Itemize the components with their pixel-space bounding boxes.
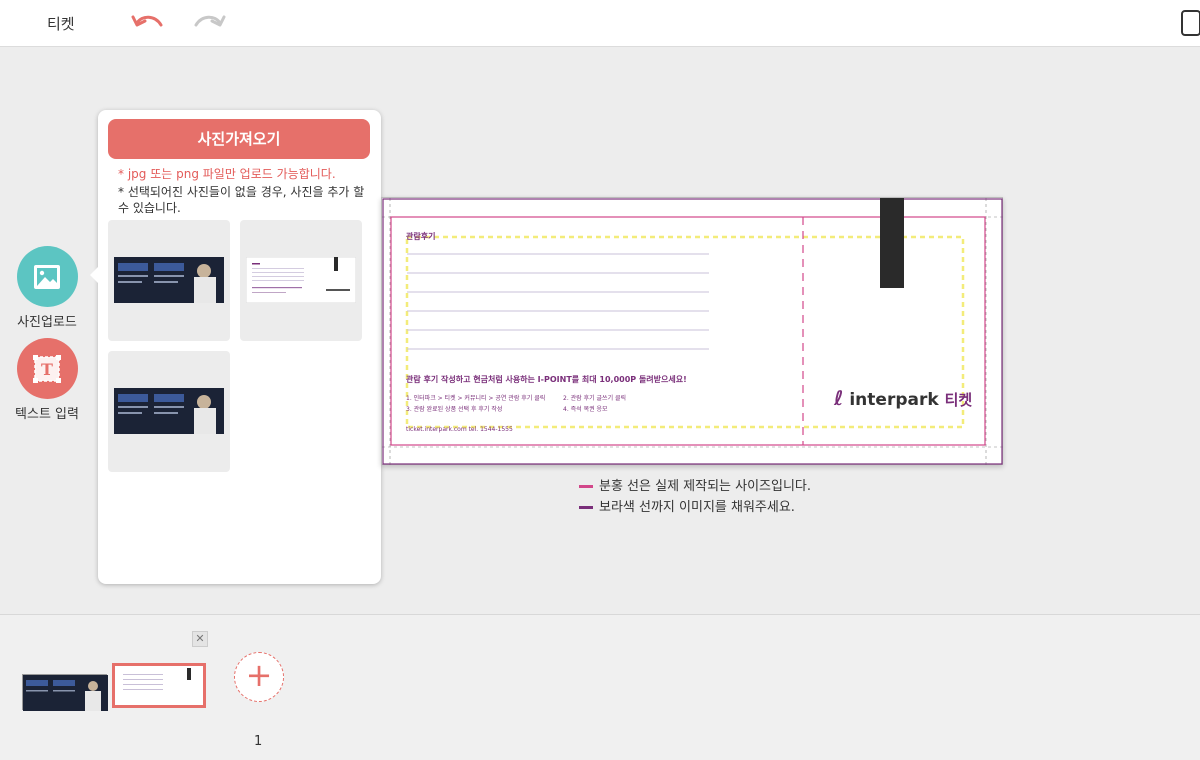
page-strip: ✕ + 1 — [0, 614, 1200, 760]
redo-button[interactable] — [192, 11, 226, 35]
mini-stub-bar — [187, 668, 191, 680]
text-input-label: 텍스트 입력 — [15, 407, 79, 422]
review-step: 4. 즉석 복권 응모 — [563, 406, 608, 413]
popup-arrow — [90, 266, 99, 284]
undo-icon — [131, 15, 163, 27]
import-photos-button[interactable]: 사진가져오기 — [108, 119, 370, 159]
photo-picker-popup: 사진가져오기 * jpg 또는 png 파일만 업로드 가능합니다. * 선택되… — [90, 110, 381, 584]
image-icon — [34, 264, 60, 289]
mini-line — [123, 674, 163, 675]
mini-line — [123, 684, 163, 685]
ipoint-promo-text: 관람 후기 작성하고 현금처럼 사용하는 I-POINT를 최대 10,000P… — [406, 375, 687, 384]
legend-pink-text: 분홍 선은 실제 제작되는 사이즈입니다. — [599, 479, 812, 494]
concert-ticket-image — [114, 388, 224, 434]
page-thumbnail-front[interactable] — [22, 674, 108, 711]
concert-ticket-image — [114, 257, 224, 303]
legend-print-size: 분홍 선은 실제 제작되는 사이즈입니다. — [579, 475, 811, 494]
add-photo-note: * 선택되어진 사진들이 없을 경우, 사진을 추가 할 수 있습니다. — [118, 185, 365, 215]
ticket-stub-bar — [880, 198, 904, 288]
photo-upload-label: 사진업로드 — [17, 315, 77, 330]
svg-text:T: T — [41, 360, 53, 379]
add-page-button[interactable]: + — [234, 652, 284, 702]
ticket-back-image — [245, 256, 357, 304]
photo-thumbnail[interactable] — [108, 220, 230, 341]
undo-button[interactable] — [131, 11, 165, 35]
logo-suffix-text: 티켓 — [944, 391, 973, 409]
mini-line — [123, 689, 163, 690]
app-title: 티켓 — [47, 15, 75, 33]
logo-brand-text: interpark — [849, 390, 939, 410]
interpark-logo: ℓ interpark 티켓 — [834, 386, 972, 410]
pink-line-swatch — [579, 485, 593, 488]
photo-thumbnail[interactable] — [108, 351, 230, 472]
photo-upload-tool[interactable]: 사진업로드 — [7, 246, 87, 330]
format-note: * jpg 또는 png 파일만 업로드 가능합니다. — [118, 167, 336, 181]
photo-upload-circle — [16, 246, 78, 307]
purple-line-swatch — [579, 506, 593, 509]
page-thumbnail-back-selected[interactable] — [112, 663, 206, 708]
text-input-tool[interactable]: T 텍스트 입력 — [7, 338, 87, 422]
mini-line — [123, 679, 163, 680]
legend-purple-text: 보라색 선까지 이미지를 채워주세요. — [599, 500, 795, 515]
top-bar: 티켓 — [0, 0, 1200, 47]
review-step: 3. 관람 완료된 상품 선택 후 후기 작성 — [406, 406, 503, 413]
interpark-logo-icon: ℓ — [834, 386, 844, 410]
page-number: 1 — [254, 734, 263, 749]
legend-bleed: 보라색 선까지 이미지를 채워주세요. — [579, 496, 795, 515]
delete-page-button[interactable]: ✕ — [192, 631, 208, 647]
redo-icon — [194, 15, 226, 27]
text-input-circle: T — [16, 338, 78, 399]
review-step: 2. 관람 후기 글쓰기 클릭 — [563, 395, 627, 402]
tablet-preview-icon[interactable] — [1180, 10, 1200, 36]
ticket-footer-contact: ticket.interpark.com tel. 1544-1555 — [406, 426, 513, 433]
ticket-canvas[interactable]: 관람후기 관람 후기 작성하고 현금처럼 사용하는 I-POINT를 최대 10… — [381, 197, 1004, 466]
photo-thumbnail[interactable] — [240, 220, 362, 341]
text-box-icon: T — [33, 354, 61, 383]
review-step: 1. 인터파크 > 티켓 > 커뮤니티 > 공연 관람 후기 클릭 — [406, 395, 546, 402]
review-heading: 관람후기 — [406, 232, 436, 241]
